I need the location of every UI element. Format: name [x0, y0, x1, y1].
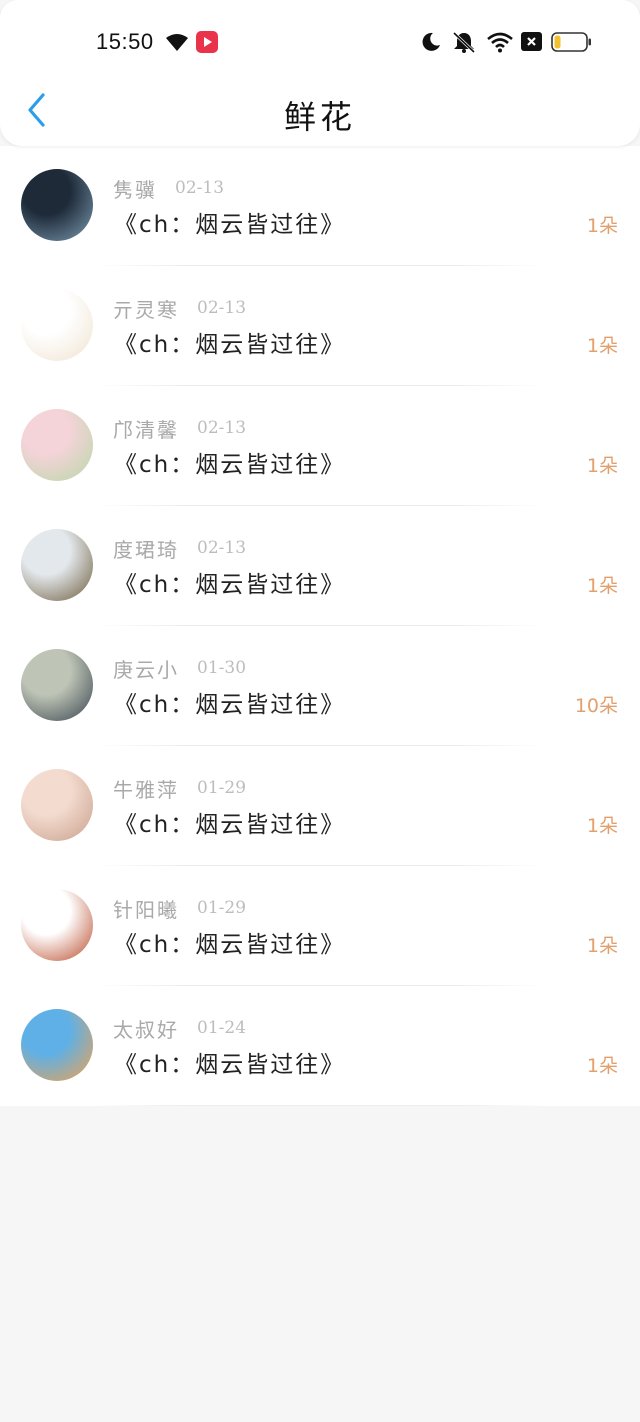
item-message: 《ch：烟云皆过往》 — [114, 332, 346, 358]
sender-name: 亓灵寒 — [113, 297, 179, 322]
send-date: 01-29 — [197, 778, 247, 798]
send-date: 01-30 — [197, 658, 247, 678]
avatar[interactable] — [21, 409, 93, 481]
send-date: 02-13 — [197, 538, 247, 558]
sender-name: 庚云小 — [113, 657, 179, 682]
item-message: 《ch：烟云皆过往》 — [114, 812, 346, 838]
list-item[interactable]: 针阳曦 01-29 《ch：烟云皆过往》 1朵 — [0, 866, 640, 986]
flower-list: 隽骥 02-13 《ch：烟云皆过往》 1朵 亓灵寒 02-13 《ch：烟云皆… — [0, 146, 640, 1106]
flower-count: 1朵 — [586, 1055, 618, 1077]
divider — [95, 1105, 545, 1106]
sender-name: 牛雅萍 — [113, 777, 179, 802]
avatar[interactable] — [21, 889, 93, 961]
bell-muted-icon — [452, 31, 476, 53]
list-item[interactable]: 庚云小 01-30 《ch：烟云皆过往》 10朵 — [0, 626, 640, 746]
wifi-icon — [487, 32, 513, 53]
video-app-icon — [196, 31, 218, 53]
item-message: 《ch：烟云皆过往》 — [114, 572, 346, 598]
avatar[interactable] — [21, 169, 93, 241]
flower-count: 1朵 — [586, 815, 618, 837]
list-item[interactable]: 亓灵寒 02-13 《ch：烟云皆过往》 1朵 — [0, 266, 640, 386]
list-item[interactable]: 牛雅萍 01-29 《ch：烟云皆过往》 1朵 — [0, 746, 640, 866]
list-item[interactable]: 度珺琦 02-13 《ch：烟云皆过往》 1朵 — [0, 506, 640, 626]
send-date: 02-13 — [197, 298, 247, 318]
status-time: 15:50 — [96, 29, 154, 54]
avatar[interactable] — [21, 1009, 93, 1081]
list-item[interactable]: 隽骥 02-13 《ch：烟云皆过往》 1朵 — [0, 146, 640, 266]
item-message: 《ch：烟云皆过往》 — [114, 692, 346, 718]
flower-count: 1朵 — [586, 215, 618, 237]
send-date: 01-24 — [197, 1018, 247, 1038]
avatar[interactable] — [21, 769, 93, 841]
send-date: 02-13 — [175, 178, 225, 198]
name-line: 亓灵寒 02-13 — [113, 294, 246, 322]
flower-count: 1朵 — [586, 335, 618, 357]
avatar[interactable] — [21, 289, 93, 361]
item-message: 《ch：烟云皆过往》 — [114, 1052, 346, 1078]
name-line: 庚云小 01-30 — [113, 654, 246, 682]
flower-count: 1朵 — [586, 455, 618, 477]
avatar[interactable] — [21, 529, 93, 601]
send-date: 01-29 — [197, 898, 247, 918]
name-line: 太叔好 01-24 — [113, 1014, 246, 1042]
wifi-signal-icon — [166, 34, 188, 51]
send-date: 02-13 — [197, 418, 247, 438]
sender-name: 邝清馨 — [113, 417, 179, 442]
item-message: 《ch：烟云皆过往》 — [114, 452, 346, 478]
name-line: 度珺琦 02-13 — [113, 534, 246, 562]
flower-count: 10朵 — [574, 695, 618, 717]
flower-count: 1朵 — [586, 575, 618, 597]
sim-disabled-icon — [521, 32, 542, 51]
avatar[interactable] — [21, 649, 93, 721]
item-message: 《ch：烟云皆过往》 — [114, 932, 346, 958]
name-line: 牛雅萍 01-29 — [113, 774, 246, 802]
item-message: 《ch：烟云皆过往》 — [114, 212, 346, 238]
top-bar: 15:50 鲜花 — [0, 0, 640, 146]
page-title: 鲜花 — [283, 98, 356, 136]
name-line: 邝清馨 02-13 — [113, 414, 246, 442]
moon-icon — [422, 32, 440, 51]
list-item[interactable]: 太叔好 01-24 《ch：烟云皆过往》 1朵 — [0, 986, 640, 1106]
sender-name: 度珺琦 — [113, 537, 179, 562]
battery-icon — [551, 32, 591, 52]
sender-name: 针阳曦 — [113, 897, 179, 922]
flower-count: 1朵 — [586, 935, 618, 957]
sender-name: 隽骥 — [113, 177, 157, 202]
name-line: 隽骥 02-13 — [113, 174, 224, 202]
sender-name: 太叔好 — [113, 1017, 179, 1042]
list-item[interactable]: 邝清馨 02-13 《ch：烟云皆过往》 1朵 — [0, 386, 640, 506]
name-line: 针阳曦 01-29 — [113, 894, 246, 922]
